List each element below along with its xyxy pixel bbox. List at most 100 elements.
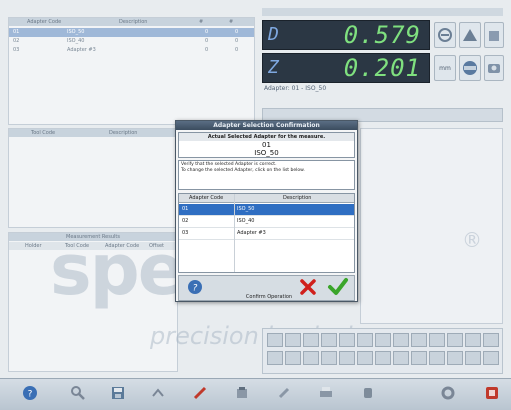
adapter-row-desc: ISO_50 xyxy=(237,206,255,212)
thumbnail[interactable] xyxy=(411,333,427,347)
column-header-description: Description xyxy=(119,19,148,25)
probe-icon xyxy=(278,387,290,399)
thumbnail[interactable] xyxy=(483,351,499,365)
table-row[interactable]: 01 ISO_50 0 0 xyxy=(9,28,254,37)
thumbnail[interactable] xyxy=(357,351,373,365)
edit-button[interactable] xyxy=(192,385,208,401)
gear-icon xyxy=(441,386,455,400)
adapter-row-desc: ISO_40 xyxy=(237,218,255,224)
printer-icon xyxy=(320,387,332,397)
row-a: 0 xyxy=(205,47,209,53)
thumbnail[interactable] xyxy=(483,333,499,347)
thumbnail[interactable] xyxy=(321,351,337,365)
column-divider xyxy=(234,194,235,272)
thumbnail[interactable] xyxy=(411,351,427,365)
thumbnail[interactable] xyxy=(285,333,301,347)
x-axis-display: D 0.579 xyxy=(262,20,430,50)
thumbnail[interactable] xyxy=(465,333,481,347)
table-row[interactable]: 02 ISO_40 0 0 xyxy=(9,37,254,46)
z-axis-label: Z xyxy=(268,57,279,78)
selected-adapter-box: Actual Selected Adapter for the measure.… xyxy=(178,132,355,158)
check-icon xyxy=(328,278,348,295)
wrench-icon xyxy=(71,386,85,400)
unit-button[interactable]: mm xyxy=(434,55,456,81)
thumbnail[interactable] xyxy=(303,333,319,347)
thumbnail[interactable] xyxy=(393,351,409,365)
thumbnail[interactable] xyxy=(285,351,301,365)
print-button[interactable] xyxy=(318,385,334,401)
gauge-icon xyxy=(237,387,247,398)
adapter-row-code: 02 xyxy=(182,218,189,224)
reset-button[interactable] xyxy=(434,22,456,48)
column-header-description: Description xyxy=(109,130,138,136)
dialog-footer: ? Confirm Operation xyxy=(178,275,355,301)
thumbnail-grid xyxy=(262,328,503,374)
help-button[interactable]: ? xyxy=(187,279,203,295)
thumbnail[interactable] xyxy=(267,333,283,347)
adapter-list-header: Adapter Code Description xyxy=(179,194,354,203)
row-a: 0 xyxy=(205,29,209,35)
view-button[interactable] xyxy=(484,22,504,48)
adapter-status-line: Adapter: 01 - ISO_50 xyxy=(264,85,327,92)
thumbnail[interactable] xyxy=(375,333,391,347)
thumbnail[interactable] xyxy=(393,333,409,347)
tool-button[interactable] xyxy=(459,55,481,81)
thumbnail[interactable] xyxy=(429,333,445,347)
row-desc: ISO_50 xyxy=(67,29,85,35)
camera-icon xyxy=(488,64,500,73)
pencil-icon xyxy=(193,386,207,400)
save-button[interactable] xyxy=(110,385,126,401)
tools-button[interactable] xyxy=(70,385,86,401)
arrows-icon xyxy=(152,388,164,397)
probe-tool-button[interactable] xyxy=(276,385,292,401)
fixture-button[interactable] xyxy=(360,385,376,401)
z-axis-display: Z 0.201 xyxy=(262,53,430,83)
thumbnail[interactable] xyxy=(267,351,283,365)
thumbnail[interactable] xyxy=(465,351,481,365)
adapter-table-header: Adapter Code Description # # xyxy=(9,18,254,26)
thumbnail[interactable] xyxy=(447,351,463,365)
row-desc: Adapter #3 xyxy=(67,47,96,53)
thumbnail[interactable] xyxy=(339,333,355,347)
thumbnail[interactable] xyxy=(339,351,355,365)
cancel-button[interactable] xyxy=(299,278,317,296)
row-code: 03 xyxy=(13,47,20,53)
confirm-button[interactable] xyxy=(327,277,349,297)
disc-icon xyxy=(463,61,477,75)
thumbnail[interactable] xyxy=(375,351,391,365)
adapter-table: Adapter Code Description # # 01 ISO_50 0… xyxy=(8,17,255,125)
readout-header xyxy=(262,8,503,16)
svg-text:?: ? xyxy=(28,390,33,400)
help-icon: ? xyxy=(23,386,37,400)
preview-panel xyxy=(360,128,503,324)
exit-icon xyxy=(486,387,498,399)
measure-button[interactable] xyxy=(234,385,250,401)
thumbnail[interactable] xyxy=(447,333,463,347)
row-a: 0 xyxy=(205,38,209,44)
thumbnail[interactable] xyxy=(303,351,319,365)
unit-label: mm xyxy=(439,65,451,72)
arrows-button[interactable] xyxy=(150,385,166,401)
thumbnail[interactable] xyxy=(429,351,445,365)
circle-minus-icon xyxy=(438,28,452,42)
column-header-description: Description xyxy=(283,195,312,201)
bottom-toolbar: ? xyxy=(0,378,511,410)
thumbnail[interactable] xyxy=(321,333,337,347)
table-row[interactable]: 03 Adapter #3 0 0 xyxy=(9,46,254,55)
help-tool-button[interactable]: ? xyxy=(22,385,38,401)
adapter-row[interactable]: 02 ISO_40 xyxy=(179,216,354,228)
row-code: 01 xyxy=(13,29,20,35)
exit-button[interactable] xyxy=(484,385,500,401)
selected-adapter-prompt: Actual Selected Adapter for the measure. xyxy=(179,133,354,141)
probe-button[interactable] xyxy=(459,22,481,48)
settings-button[interactable] xyxy=(440,385,456,401)
adapter-row[interactable]: 03 Adapter #3 xyxy=(179,228,354,240)
camera-button[interactable] xyxy=(484,55,504,81)
close-icon xyxy=(300,279,316,295)
column-header-code: Adapter Code xyxy=(189,195,224,201)
column-header-b: # xyxy=(229,19,234,25)
thumbnail[interactable] xyxy=(357,333,373,347)
info-line-2: To change the selected Adapter, click on… xyxy=(181,168,305,173)
column-header-tool-code: Tool Code xyxy=(31,130,56,136)
adapter-row[interactable]: 01 ISO_50 xyxy=(179,204,354,216)
